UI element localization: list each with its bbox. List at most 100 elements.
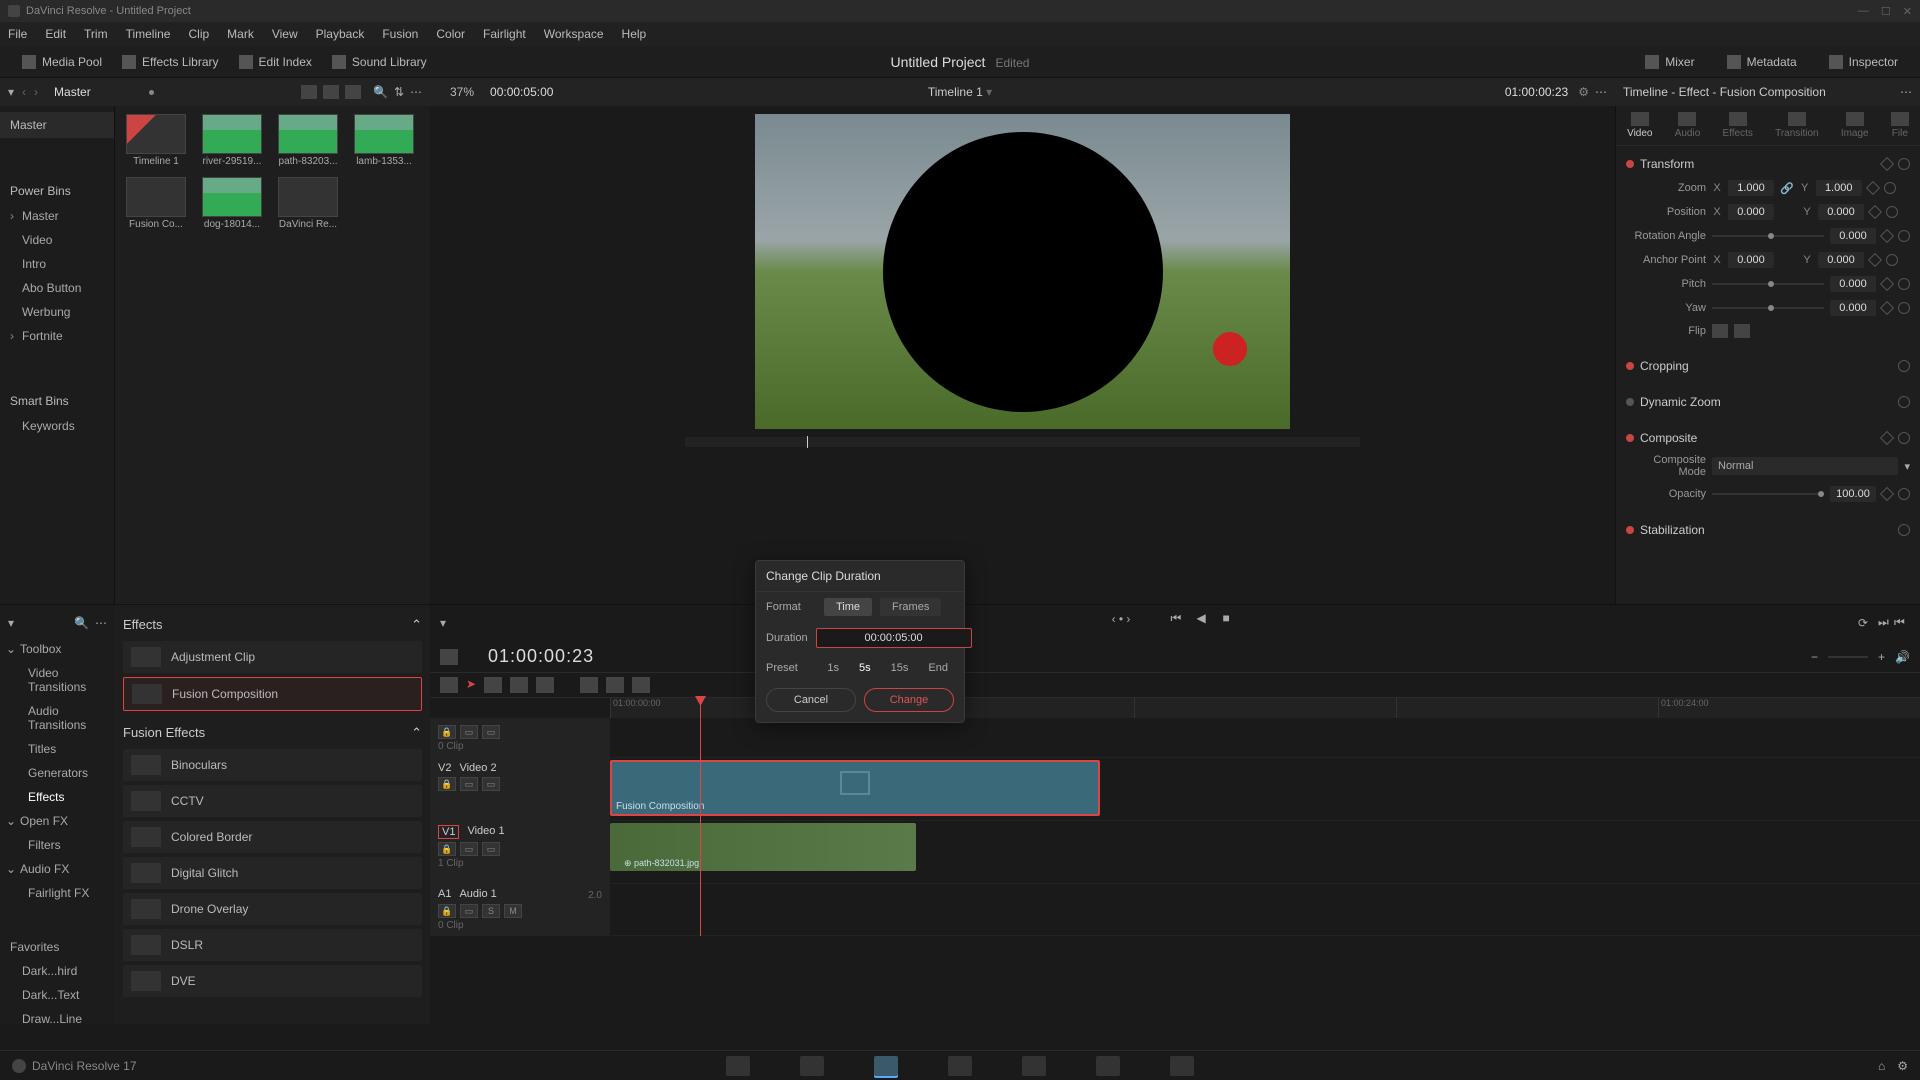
link-icon[interactable]: 🔗	[1780, 182, 1794, 195]
track-body[interactable]: Fusion Composition	[610, 758, 1920, 820]
reset-icon[interactable]	[1898, 360, 1910, 372]
more-icon[interactable]: ⋯	[95, 616, 107, 630]
audio-transitions-node[interactable]: Audio Transitions	[0, 699, 115, 737]
yaw-slider[interactable]	[1712, 307, 1824, 309]
preset-1s[interactable]: 1s	[821, 660, 845, 676]
flag-tool-icon[interactable]	[606, 677, 624, 693]
search-icon[interactable]: 🔍	[373, 85, 388, 99]
pitch-slider[interactable]	[1712, 283, 1824, 285]
nav-back-icon[interactable]: ‹	[22, 85, 26, 99]
pitch-input[interactable]: 0.000	[1830, 276, 1876, 292]
view-list-icon[interactable]	[345, 85, 361, 99]
disable-icon[interactable]: ▭	[482, 777, 500, 791]
dropdown-icon[interactable]: ▾	[8, 85, 14, 99]
transform-header[interactable]: Transform	[1626, 152, 1910, 176]
render-cache-icon[interactable]: ⚙	[1578, 85, 1589, 99]
prev-frame-icon[interactable]: ◀	[1196, 611, 1212, 627]
zoom-x-input[interactable]: 1.000	[1728, 180, 1774, 196]
keyframe-icon[interactable]	[1868, 205, 1882, 219]
effect-item[interactable]: CCTV	[123, 785, 422, 817]
change-button[interactable]: Change	[864, 688, 954, 712]
media-page-icon[interactable]	[726, 1056, 750, 1076]
selection-tool-icon[interactable]	[440, 677, 458, 693]
fav-item[interactable]: Draw...Line	[0, 1007, 115, 1031]
zoom-minus-icon[interactable]: −	[1811, 650, 1818, 664]
lock-icon[interactable]: 🔒	[438, 904, 456, 918]
effect-item[interactable]: DVE	[123, 965, 422, 997]
menu-timeline[interactable]: Timeline	[126, 27, 171, 41]
menu-edit[interactable]: Edit	[45, 27, 66, 41]
effect-item-selected[interactable]: Fusion Composition	[123, 677, 422, 711]
effect-item[interactable]: DSLR	[123, 929, 422, 961]
blade-tool-icon[interactable]	[510, 677, 528, 693]
effect-item[interactable]: Drone Overlay	[123, 893, 422, 925]
bin-werbung[interactable]: Werbung	[0, 300, 114, 324]
tab-image[interactable]: Image	[1841, 112, 1869, 139]
menu-help[interactable]: Help	[622, 27, 647, 41]
rotation-input[interactable]: 0.000	[1830, 228, 1876, 244]
keyframe-icon[interactable]	[1880, 229, 1894, 243]
mixer-button[interactable]: Mixer	[1635, 51, 1704, 73]
yaw-input[interactable]: 0.000	[1830, 300, 1876, 316]
bin-master2[interactable]: Master	[0, 204, 114, 228]
reset-icon[interactable]	[1898, 302, 1910, 314]
gear-icon[interactable]: ⚙	[1897, 1059, 1908, 1073]
reset-icon[interactable]	[1898, 396, 1910, 408]
viewer-scrubber[interactable]	[685, 437, 1360, 447]
bin-fortnite[interactable]: Fortnite	[0, 324, 114, 348]
enable-dot[interactable]	[1626, 526, 1634, 534]
sound-library-button[interactable]: Sound Library	[322, 51, 437, 73]
tab-audio[interactable]: Audio	[1675, 112, 1701, 139]
lock-icon[interactable]: 🔒	[438, 777, 456, 791]
reset-icon[interactable]	[1886, 206, 1898, 218]
menu-file[interactable]: File	[8, 27, 27, 41]
menu-workspace[interactable]: Workspace	[544, 27, 604, 41]
color-page-icon[interactable]	[1022, 1056, 1046, 1076]
clip-thumb[interactable]: dog-18014...	[199, 177, 265, 230]
effects-library-button[interactable]: Effects Library	[112, 51, 228, 73]
tab-effects[interactable]: Effects	[1722, 112, 1752, 139]
track-body[interactable]: ⊕ path-832031.jpg	[610, 821, 1920, 883]
composite-mode-select[interactable]: Normal	[1712, 457, 1898, 475]
zoom-y-input[interactable]: 1.000	[1816, 180, 1862, 196]
next-clip-icon[interactable]: ⏭	[1878, 615, 1894, 631]
fairlightfx-node[interactable]: Fairlight FX	[0, 881, 115, 905]
bin-abo[interactable]: Abo Button	[0, 276, 114, 300]
disable-icon[interactable]: ▭	[482, 842, 500, 856]
tab-video[interactable]: Video	[1627, 112, 1652, 139]
bin-keywords[interactable]: Keywords	[0, 414, 114, 438]
enable-dot[interactable]	[1626, 398, 1634, 406]
loop-icon[interactable]: ⟳	[1858, 616, 1868, 630]
solo-button[interactable]: S	[482, 904, 500, 918]
auto-select-icon[interactable]: ▭	[460, 777, 478, 791]
collapse-icon[interactable]: ⌃	[411, 617, 422, 633]
menu-fairlight[interactable]: Fairlight	[483, 27, 526, 41]
video-transitions-node[interactable]: Video Transitions	[0, 661, 115, 699]
lock-icon[interactable]: 🔒	[438, 725, 456, 739]
bin-master[interactable]: Master	[0, 112, 114, 138]
clip-thumb[interactable]: path-83203...	[275, 114, 341, 167]
last-frame-icon[interactable]: ⏮	[1894, 615, 1910, 631]
zoom-slider[interactable]	[1828, 656, 1868, 658]
smart-bins-header[interactable]: Smart Bins	[0, 388, 114, 414]
pos-x-input[interactable]: 0.000	[1728, 204, 1774, 220]
clip-thumb[interactable]: Timeline 1	[123, 114, 189, 167]
keyframe-icon[interactable]	[1866, 181, 1880, 195]
timeline-view-icon[interactable]	[440, 649, 458, 665]
cropping-header[interactable]: Cropping	[1626, 354, 1910, 378]
video-clip[interactable]: ⊕ path-832031.jpg	[610, 823, 916, 871]
record-icon[interactable]: ▭	[460, 904, 478, 918]
fav-item[interactable]: Dark...Text	[0, 983, 115, 1007]
flip-h-icon[interactable]	[1712, 324, 1728, 338]
lock-icon[interactable]: 🔒	[438, 842, 456, 856]
favorites-header[interactable]: Favorites	[0, 935, 115, 959]
more-icon[interactable]: ⋯	[1595, 85, 1607, 99]
keyframe-icon[interactable]	[1880, 277, 1894, 291]
reset-icon[interactable]	[1898, 278, 1910, 290]
search-icon[interactable]: 🔍	[74, 616, 89, 630]
viewer-canvas[interactable]	[755, 114, 1290, 429]
reset-icon[interactable]	[1898, 158, 1910, 170]
tab-transition[interactable]: Transition	[1775, 112, 1819, 139]
menu-trim[interactable]: Trim	[84, 27, 108, 41]
keyframe-icon[interactable]	[1880, 301, 1894, 315]
